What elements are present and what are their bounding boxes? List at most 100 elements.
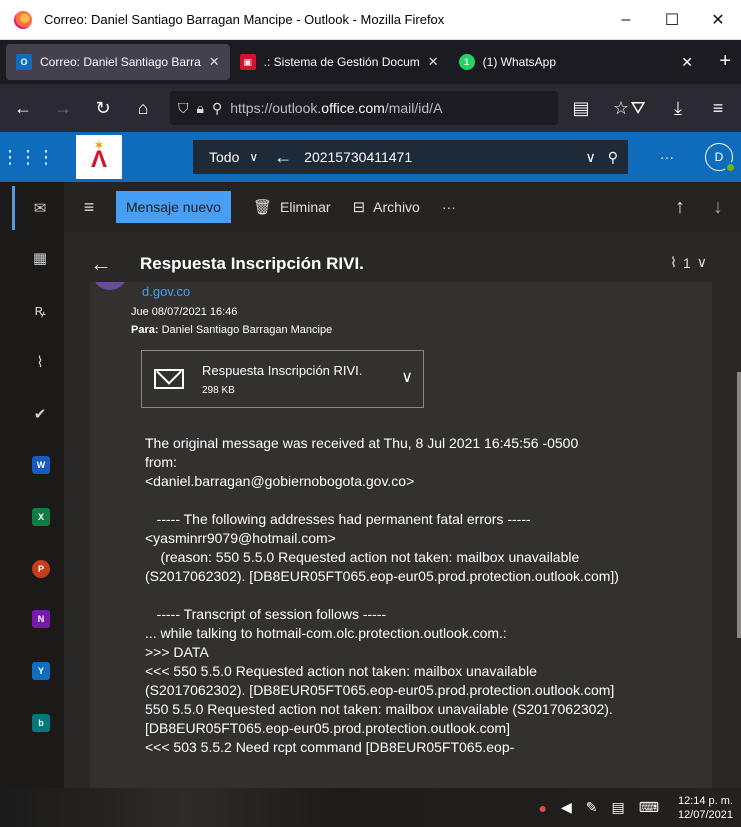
maximize-button[interactable]: ☐ xyxy=(649,0,695,40)
paperclip-icon[interactable]: ⌇ xyxy=(28,350,52,374)
powerpoint-icon[interactable]: P xyxy=(32,560,50,578)
message-recipients: Para: Daniel Santiago Barragan Mancipe xyxy=(131,324,332,336)
shield-icon[interactable]: ⛉ xyxy=(178,100,189,117)
close-window-button[interactable]: ✕ xyxy=(695,0,741,40)
message-subject: Respuesta Inscripción RIVI. xyxy=(140,254,364,273)
yammer-icon[interactable]: Y xyxy=(32,662,50,680)
attachments-dropdown[interactable]: ⌇ 1 ∨ xyxy=(670,254,707,271)
calendar-icon[interactable]: ▦ xyxy=(28,246,52,270)
more-actions-button[interactable]: ··· xyxy=(442,199,456,215)
message-navigation: ↑ ↓ xyxy=(647,182,723,232)
window-titlebar: Correo: Daniel Santiago Barragan Mancipe… xyxy=(0,0,741,40)
org-logo[interactable]: ✶ Λ xyxy=(76,135,122,179)
permissions-icon[interactable]: ⚲ xyxy=(212,100,222,117)
archive-icon: ⊟ xyxy=(352,199,366,216)
pen-icon[interactable]: ✎ xyxy=(586,799,598,816)
message-date: Jue 08/07/2021 16:46 xyxy=(131,306,238,318)
bookings-icon[interactable]: b xyxy=(32,714,50,732)
search-scope-dropdown[interactable]: Todo ∨ xyxy=(193,149,268,165)
close-tab-icon[interactable]: ✕ xyxy=(428,54,439,70)
menu-icon[interactable]: ≡ xyxy=(701,91,735,125)
word-icon[interactable]: W xyxy=(32,456,50,474)
recipient-name[interactable]: Daniel Santiago Barragan Mancipe xyxy=(162,324,333,336)
attachment-size: 298 KB xyxy=(202,385,235,396)
speaker-icon[interactable]: ◀ xyxy=(561,799,572,816)
avatar[interactable]: D xyxy=(705,143,736,173)
taskbar-clock[interactable]: 12:14 p. m. 12/07/2021 xyxy=(678,794,733,822)
window-title: Correo: Daniel Santiago Barragan Mancipe… xyxy=(44,12,445,27)
onenote-icon[interactable]: N xyxy=(32,610,50,628)
clock-date: 12/07/2021 xyxy=(677,808,733,821)
archive-button[interactable]: ⊟ Archivo xyxy=(353,198,420,216)
search-input[interactable]: 20215730411471 xyxy=(304,149,585,165)
url-bar[interactable]: ⛉ 🔒︎ ⚲ https://outlook.office.com/mail/i… xyxy=(170,91,558,125)
reload-icon[interactable]: ↻ xyxy=(86,91,120,125)
sender-avatar[interactable] xyxy=(92,282,128,290)
forward-icon[interactable]: → xyxy=(46,91,80,125)
reader-view-icon[interactable]: ▤ xyxy=(564,91,598,125)
new-message-button[interactable]: Mensaje nuevo xyxy=(116,191,231,223)
command-toolbar: ≡ Mensaje nuevo 🗑︎ Eliminar ⊟ Archivo ··… xyxy=(64,182,741,232)
notifications-icon[interactable]: ▤ xyxy=(611,799,624,816)
tab-label: .: Sistema de Gestión Docum xyxy=(263,55,420,69)
email-envelope-icon xyxy=(154,369,184,389)
search-back-icon[interactable]: ← xyxy=(274,147,292,168)
tab-whatsapp[interactable]: 1 (1) WhatsApp xyxy=(449,44,566,80)
todo-check-icon[interactable]: ✔ xyxy=(28,402,52,426)
mail-icon[interactable]: ✉ xyxy=(12,186,52,230)
message-card: d.gov.co Jue 08/07/2021 16:46 Para: Dani… xyxy=(90,282,712,788)
hamburger-icon[interactable]: ≡ xyxy=(64,197,114,218)
arrow-down-icon[interactable]: ↓ xyxy=(713,196,723,219)
doc-system-icon: ▣ xyxy=(239,54,256,70)
tab-doc-system[interactable]: ▣ .: Sistema de Gestión Docum ✕ xyxy=(230,44,449,80)
back-arrow-icon[interactable]: ← xyxy=(90,251,112,277)
archive-label: Archivo xyxy=(373,199,420,215)
to-label: Para: xyxy=(131,324,159,336)
search-icon[interactable]: ⚲ xyxy=(608,149,618,166)
attachment-card[interactable]: Respuesta Inscripción RIVI. 298 KB ∨ xyxy=(141,350,424,408)
delete-button[interactable]: 🗑︎ Eliminar xyxy=(253,198,331,216)
back-icon[interactable]: ← xyxy=(6,91,40,125)
keyboard-icon[interactable]: ⌨ xyxy=(639,799,659,816)
tab-label: (1) WhatsApp xyxy=(482,55,557,69)
chevron-down-icon[interactable]: ∨ xyxy=(401,367,413,387)
close-tab-icon[interactable]: ✕ xyxy=(681,54,693,71)
new-tab-button[interactable]: + xyxy=(719,50,731,73)
presence-available-icon xyxy=(725,162,736,173)
whatsapp-icon: 1 xyxy=(458,54,475,70)
search-scope-label: Todo xyxy=(209,149,240,165)
toolbar-right: ⛛ ⤓ ≡ xyxy=(615,84,741,132)
lock-icon[interactable]: 🔒︎ xyxy=(197,100,204,117)
excel-icon[interactable]: X xyxy=(32,508,50,526)
left-app-rail: ✉ ▦ ꝶ ⌇ ✔ W X P N Y b xyxy=(0,182,64,788)
home-icon[interactable]: ⌂ xyxy=(126,91,160,125)
app-launcher-icon[interactable]: ⋮⋮⋮ xyxy=(0,132,56,182)
star-icon: ✶ xyxy=(93,137,105,153)
pocket-icon[interactable]: ⛛ xyxy=(621,91,655,125)
more-options-button[interactable]: ··· xyxy=(660,132,674,182)
tab-outlook[interactable]: O Correo: Daniel Santiago Barra ✕ xyxy=(6,44,230,80)
chevron-down-icon: ∨ xyxy=(249,150,259,164)
message-body: The original message was received at Thu… xyxy=(145,435,619,755)
paperclip-icon: ⌇ xyxy=(670,254,677,270)
navigation-bar: ← → ↻ ⌂ ⛉ 🔒︎ ⚲ https://outlook.office.co… xyxy=(0,84,741,132)
close-tab-icon[interactable]: ✕ xyxy=(209,54,220,70)
sender-address[interactable]: d.gov.co xyxy=(142,284,190,299)
outlook-header: ⋮⋮⋮ ✶ Λ Todo ∨ ← 20215730411471 ∨ ⚲ ··· … xyxy=(0,132,741,182)
chevron-down-icon[interactable]: ∨ xyxy=(585,149,595,166)
clock-time: 12:14 p. m. xyxy=(677,794,733,807)
search-box[interactable]: Todo ∨ ← 20215730411471 ∨ ⚲ xyxy=(193,140,628,174)
arrow-up-icon[interactable]: ↑ xyxy=(675,196,685,219)
reading-pane-scrollbar[interactable] xyxy=(737,372,741,638)
outlook-icon: O xyxy=(16,54,32,70)
attachment-name[interactable]: Respuesta Inscripción RIVI. xyxy=(202,363,362,378)
minimize-button[interactable]: – xyxy=(603,0,649,40)
downloads-icon[interactable]: ⤓ xyxy=(661,91,695,125)
windows-taskbar: ● ◀ ✎ ▤ ⌨ 12:14 p. m. 12/07/2021 xyxy=(0,788,741,827)
attachment-count: 1 xyxy=(682,254,691,271)
system-tray: ● ◀ ✎ ▤ ⌨ 12:14 p. m. 12/07/2021 xyxy=(532,788,741,827)
people-icon[interactable]: ꝶ xyxy=(28,298,52,322)
url-text[interactable]: https://outlook.office.com/mail/id/A xyxy=(230,100,550,116)
network-status-icon[interactable]: ● xyxy=(539,800,547,816)
tab-label: Correo: Daniel Santiago Barra xyxy=(40,55,201,69)
